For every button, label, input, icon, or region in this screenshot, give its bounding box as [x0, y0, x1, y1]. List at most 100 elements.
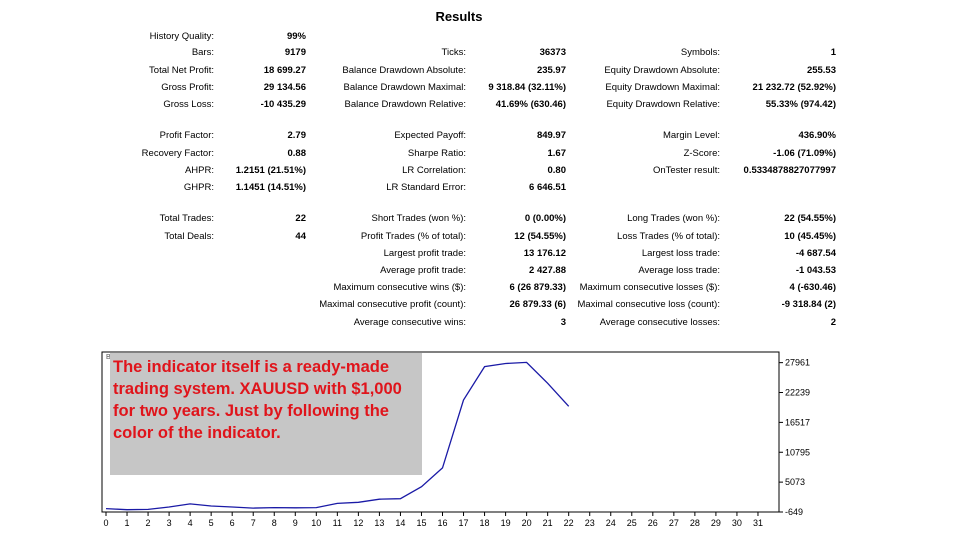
x-tick-label: 22 — [564, 518, 574, 528]
y-tick-label: -649 — [785, 507, 803, 517]
x-tick-label: 2 — [146, 518, 151, 528]
metric-value: 18 699.27 — [263, 65, 306, 76]
promo-overlay-text: The indicator itself is a ready-made tra… — [110, 353, 422, 475]
metric-value: 436.90% — [798, 130, 836, 141]
x-tick-label: 8 — [272, 518, 277, 528]
metric-label: Average consecutive losses: — [599, 317, 720, 328]
x-tick-label: 29 — [711, 518, 721, 528]
x-tick-label: 12 — [353, 518, 363, 528]
metric-label: Total Deals: — [164, 231, 214, 242]
metric-label: Ticks: — [441, 47, 466, 58]
metric-label: LR Correlation: — [402, 165, 466, 176]
metric-label: Maximal consecutive loss (count): — [577, 299, 720, 310]
results-title: Results — [435, 9, 483, 24]
metric-label: Bars: — [191, 47, 214, 58]
x-tick-label: 30 — [732, 518, 742, 528]
x-tick-label: 5 — [209, 518, 214, 528]
metric-value: 3 — [560, 317, 566, 328]
x-tick-label: 17 — [459, 518, 469, 528]
metric-value: -1 043.53 — [795, 265, 836, 276]
x-tick-label: 28 — [690, 518, 700, 528]
x-tick-label: 7 — [251, 518, 256, 528]
metric-value: 2.79 — [287, 130, 307, 141]
metric-value: 29 134.56 — [263, 82, 306, 93]
x-tick-label: 16 — [437, 518, 447, 528]
metric-label: Average profit trade: — [380, 265, 466, 276]
metric-value: 0 (0.00%) — [524, 213, 566, 224]
metric-value: 6 646.51 — [529, 182, 566, 193]
metric-value: 1.67 — [547, 148, 567, 159]
metric-value: -1.06 (71.09%) — [773, 148, 836, 159]
x-tick-label: 6 — [230, 518, 235, 528]
metric-label: Balance Drawdown Absolute: — [342, 65, 466, 76]
x-tick-label: 20 — [522, 518, 532, 528]
x-tick-label: 9 — [293, 518, 298, 528]
metric-value: 21 232.72 (52.92%) — [752, 82, 836, 93]
x-tick-label: 19 — [501, 518, 511, 528]
x-tick-label: 1 — [125, 518, 130, 528]
metric-value: 26 879.33 (6) — [509, 299, 566, 310]
metric-label: History Quality: — [149, 31, 214, 42]
metric-label: Equity Drawdown Relative: — [606, 99, 720, 110]
x-tick-label: 25 — [627, 518, 637, 528]
metric-value: 255.53 — [806, 65, 836, 76]
x-tick-label: 11 — [333, 518, 342, 528]
metric-value: 235.97 — [536, 65, 566, 76]
metric-value: 22 — [295, 213, 306, 224]
y-tick-label: 16517 — [785, 417, 810, 427]
metric-label: Profit Factor: — [159, 130, 214, 141]
metric-value: 36373 — [539, 47, 566, 58]
x-tick-label: 4 — [188, 518, 193, 528]
metric-value: 13 176.12 — [523, 248, 566, 259]
metric-label: Loss Trades (% of total): — [617, 231, 720, 242]
metric-label: Expected Payoff: — [394, 130, 466, 141]
metric-label: Maximum consecutive wins ($): — [333, 282, 466, 293]
metric-label: Total Trades: — [159, 213, 214, 224]
y-tick-label: 27961 — [785, 358, 810, 368]
metric-label: Symbols: — [680, 47, 720, 58]
metric-label: LR Standard Error: — [386, 182, 466, 193]
x-tick-label: 24 — [606, 518, 616, 528]
x-tick-label: 14 — [395, 518, 405, 528]
metric-value: 1.1451 (14.51%) — [235, 182, 306, 193]
metric-value: 0.80 — [547, 165, 567, 176]
metric-value: 12 (54.55%) — [514, 231, 566, 242]
metric-label: Sharpe Ratio: — [407, 148, 466, 159]
x-tick-label: 0 — [103, 518, 108, 528]
metric-value: 9179 — [284, 47, 306, 58]
metric-value: 44 — [295, 231, 306, 242]
metric-value: 41.69% (630.46) — [495, 99, 566, 110]
metric-label: Balance Drawdown Maximal: — [343, 82, 467, 93]
metric-label: Average loss trade: — [638, 265, 720, 276]
x-tick-label: 27 — [669, 518, 679, 528]
metric-label: Recovery Factor: — [141, 148, 214, 159]
metric-value: 55.33% (974.42) — [765, 99, 836, 110]
metric-label: Equity Drawdown Absolute: — [604, 65, 720, 76]
metric-value: 1 — [830, 47, 836, 58]
metric-label: Equity Drawdown Maximal: — [605, 82, 720, 93]
metric-value: 849.97 — [536, 130, 566, 141]
metric-value: -4 687.54 — [795, 248, 836, 259]
metric-value: 1.2151 (21.51%) — [235, 165, 306, 176]
metric-value: 6 (26 879.33) — [509, 282, 566, 293]
metric-value: 2 — [830, 317, 836, 328]
metric-value: 99% — [286, 31, 306, 42]
metric-label: Average consecutive wins: — [353, 317, 466, 328]
x-tick-label: 31 — [753, 518, 763, 528]
y-tick-label: 10795 — [785, 447, 810, 457]
metric-label: Long Trades (won %): — [627, 213, 720, 224]
metric-value: 10 (45.45%) — [784, 231, 836, 242]
metric-label: Total Net Profit: — [149, 65, 214, 76]
metric-value: 0.5334878827077997 — [743, 165, 836, 176]
metric-label: Margin Level: — [662, 130, 720, 141]
metric-label: Profit Trades (% of total): — [360, 231, 466, 242]
metric-value: 0.88 — [287, 148, 307, 159]
metric-value: 2 427.88 — [529, 265, 566, 276]
x-tick-label: 3 — [167, 518, 172, 528]
x-tick-label: 23 — [585, 518, 595, 528]
metric-label: Z-Score: — [683, 148, 720, 159]
x-tick-label: 26 — [648, 518, 658, 528]
metric-value: 4 (-630.46) — [789, 282, 836, 293]
x-tick-label: 15 — [416, 518, 426, 528]
x-tick-label: 13 — [374, 518, 384, 528]
